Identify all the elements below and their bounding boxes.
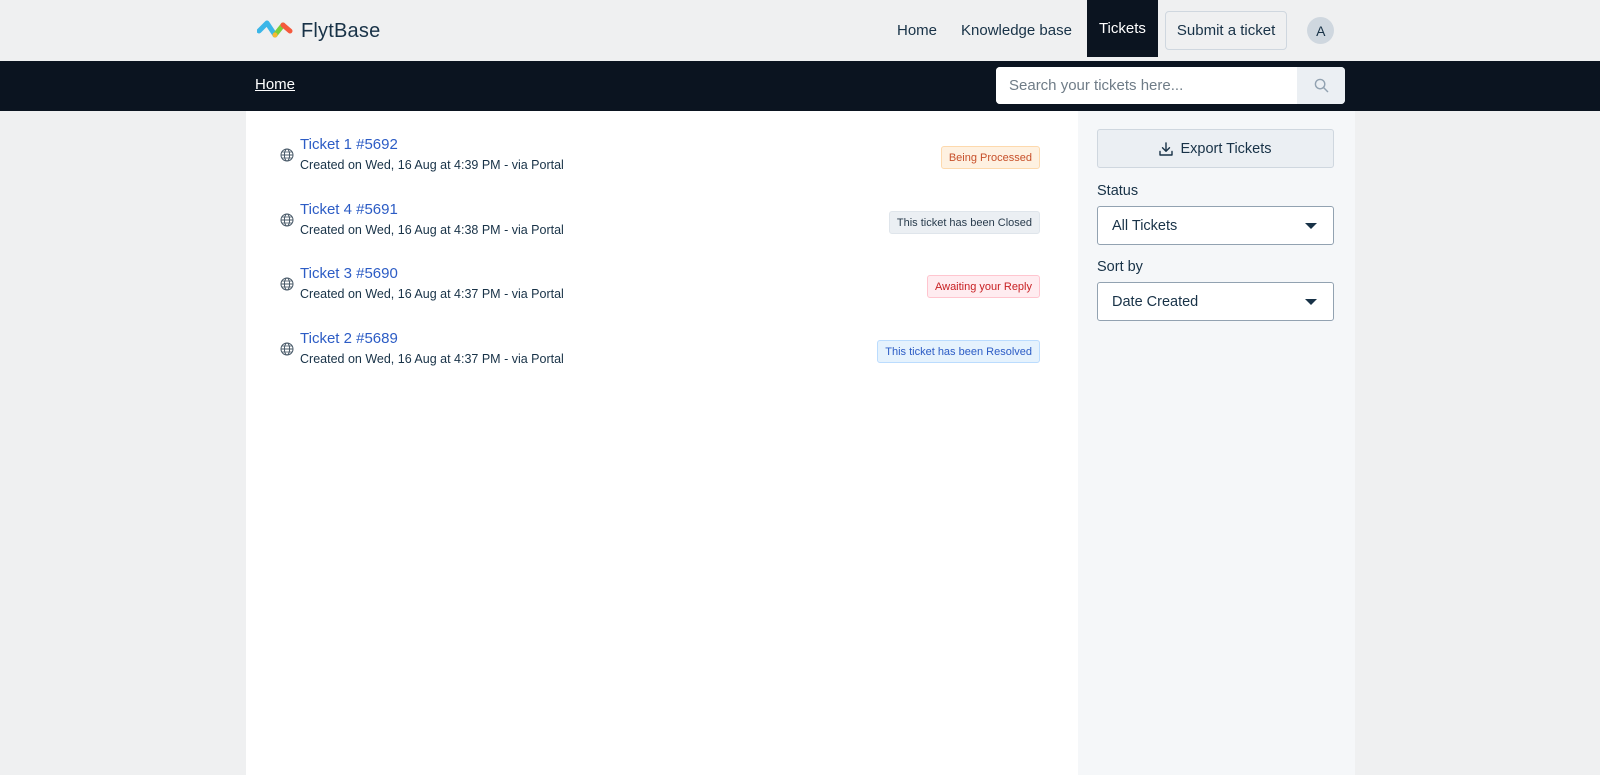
- globe-icon: [280, 213, 294, 227]
- nav-knowledge-base[interactable]: Knowledge base: [949, 0, 1084, 61]
- ticket-row: Ticket 4 #5691 Created on Wed, 16 Aug at…: [280, 201, 1040, 251]
- download-icon: [1159, 141, 1174, 156]
- breadcrumb-bar: Home: [0, 61, 1600, 111]
- search-icon: [1314, 78, 1328, 93]
- ticket-title[interactable]: Ticket 1 #5692: [300, 136, 398, 153]
- nav-tickets[interactable]: Tickets: [1086, 0, 1158, 57]
- brand-name: FlytBase: [301, 19, 381, 42]
- globe-icon: [280, 148, 294, 162]
- status-badge: This ticket has been Resolved: [877, 340, 1040, 363]
- main-nav: Home Knowledge base Tickets Submit a tic…: [885, 0, 1335, 61]
- top-header: FlytBase Home Knowledge base Tickets Sub…: [0, 0, 1600, 61]
- ticket-list: Ticket 1 #5692 Created on Wed, 16 Aug at…: [246, 111, 1078, 775]
- status-badge: Awaiting your Reply: [926, 275, 1040, 298]
- globe-icon: [280, 342, 294, 356]
- submit-ticket-button[interactable]: Submit a ticket: [1164, 11, 1288, 50]
- ticket-row: Ticket 2 #5689 Created on Wed, 16 Aug at…: [280, 330, 1040, 380]
- ticket-filters-sidebar: Export Tickets Status All Tickets Sort b…: [1078, 111, 1355, 775]
- ticket-row: Ticket 1 #5692 Created on Wed, 16 Aug at…: [280, 136, 1040, 186]
- status-filter-label: Status: [1097, 183, 1139, 199]
- status-filter-value: All Tickets: [1112, 217, 1178, 234]
- ticket-meta: Created on Wed, 16 Aug at 4:37 PM - via …: [300, 352, 564, 366]
- brand-logo[interactable]: FlytBase: [257, 18, 380, 44]
- sort-by-label: Sort by: [1097, 259, 1143, 275]
- export-tickets-label: Export Tickets: [1180, 140, 1272, 157]
- status-badge: This ticket has been Closed: [888, 211, 1040, 234]
- export-tickets-button[interactable]: Export Tickets: [1097, 129, 1334, 168]
- status-filter-select[interactable]: All Tickets: [1097, 206, 1334, 245]
- ticket-title[interactable]: Ticket 3 #5690: [300, 265, 398, 282]
- ticket-meta: Created on Wed, 16 Aug at 4:37 PM - via …: [300, 287, 564, 301]
- globe-icon: [280, 277, 294, 291]
- ticket-title[interactable]: Ticket 2 #5689: [300, 330, 398, 347]
- sort-by-value: Date Created: [1112, 293, 1199, 310]
- ticket-meta: Created on Wed, 16 Aug at 4:39 PM - via …: [300, 158, 564, 172]
- status-badge: Being Processed: [940, 146, 1040, 169]
- chevron-down-icon: [1305, 299, 1317, 305]
- user-avatar[interactable]: A: [1307, 17, 1335, 44]
- search-button[interactable]: [1297, 67, 1345, 104]
- ticket-title[interactable]: Ticket 4 #5691: [300, 201, 398, 218]
- flytbase-logo-icon: [257, 20, 293, 38]
- nav-home[interactable]: Home: [885, 0, 949, 61]
- sort-by-select[interactable]: Date Created: [1097, 282, 1334, 321]
- search-input[interactable]: [996, 67, 1297, 104]
- breadcrumb-home[interactable]: Home: [255, 76, 295, 93]
- ticket-meta: Created on Wed, 16 Aug at 4:38 PM - via …: [300, 223, 564, 237]
- ticket-search: [996, 67, 1345, 104]
- ticket-row: Ticket 3 #5690 Created on Wed, 16 Aug at…: [280, 265, 1040, 315]
- chevron-down-icon: [1305, 223, 1317, 229]
